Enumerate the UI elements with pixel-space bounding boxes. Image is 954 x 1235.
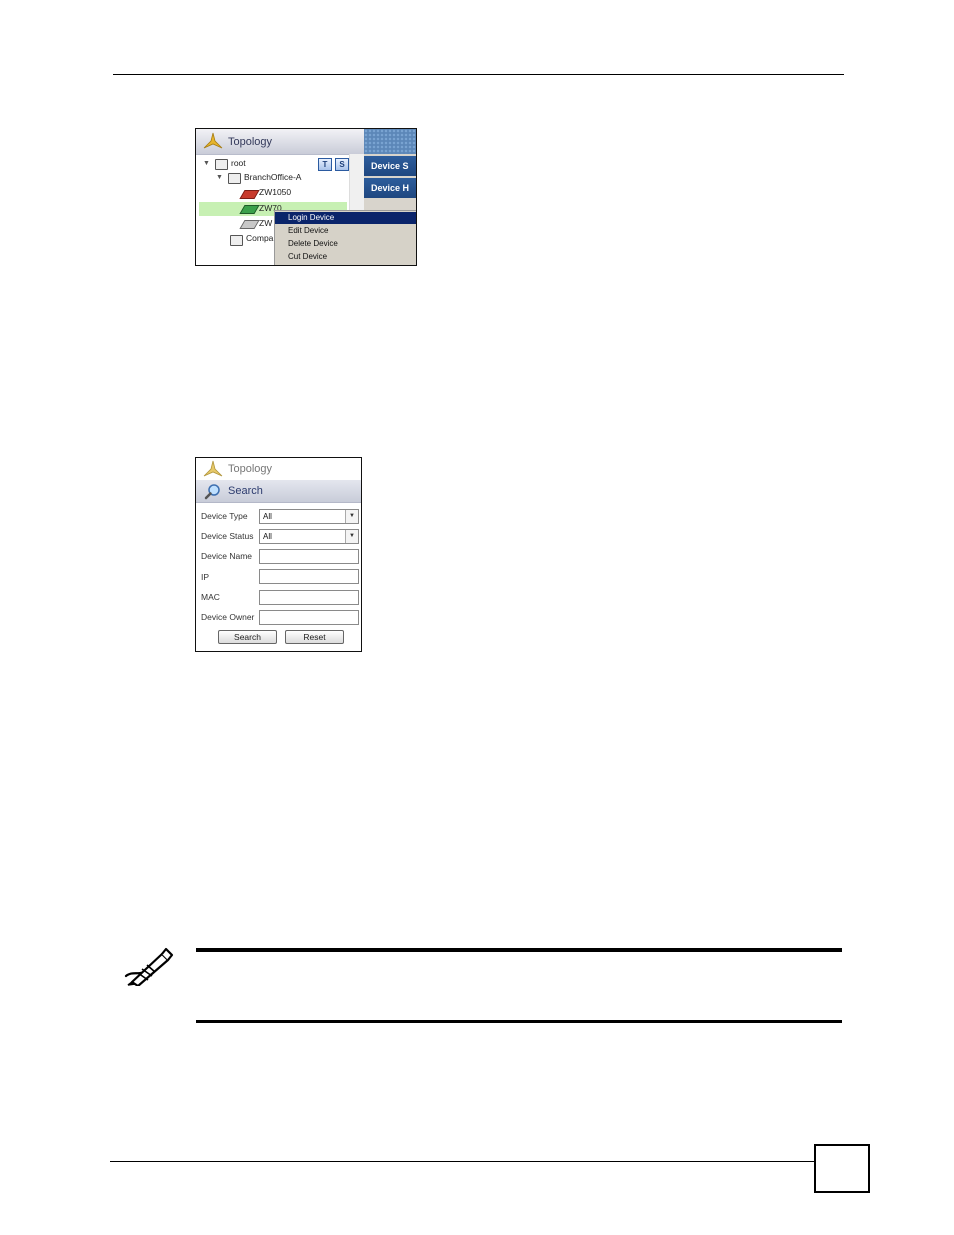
note-top-rule	[196, 948, 842, 952]
pencil-note-icon	[124, 947, 174, 986]
footer-rule	[110, 1161, 814, 1162]
device-name-label: Device Name	[201, 551, 253, 561]
topology-icon	[203, 132, 223, 149]
tab-device-status[interactable]: Device S	[364, 156, 416, 176]
menu-item-login-device[interactable]: Login Device	[275, 212, 416, 224]
mac-label: MAC	[201, 592, 220, 602]
topology-search-screenshot: Topology Search Device Type All ▼ Device…	[195, 457, 362, 652]
ip-input[interactable]	[259, 569, 359, 584]
device-owner-label: Device Owner	[201, 612, 255, 622]
topology-title: Topology	[228, 463, 273, 475]
menu-item-cut-device[interactable]: Cut Device	[275, 251, 416, 263]
expand-arrow-icon[interactable]: ▼	[216, 174, 223, 181]
tree-node-device[interactable]: ZW1050	[259, 187, 291, 197]
device-type-label: Device Type	[201, 511, 248, 521]
note-bottom-rule	[196, 1020, 842, 1023]
tab-device-history[interactable]: Device H	[364, 178, 416, 198]
ip-label: IP	[201, 572, 210, 582]
group-icon	[230, 235, 243, 246]
search-button[interactable]: Search	[218, 630, 277, 644]
device-icon	[239, 220, 260, 229]
device-status-select[interactable]: All ▼	[259, 529, 359, 544]
topology-icon	[203, 460, 223, 477]
topology-title: Topology	[228, 136, 273, 148]
menu-item-edit-device[interactable]: Edit Device	[275, 225, 416, 237]
chevron-down-icon[interactable]: ▼	[345, 530, 358, 543]
panel-banner	[364, 129, 416, 154]
device-owner-input[interactable]	[259, 610, 359, 625]
expand-arrow-icon[interactable]: ▼	[203, 160, 210, 167]
reset-button[interactable]: Reset	[285, 630, 344, 644]
tree-node-company[interactable]: Compa	[246, 233, 273, 243]
magnifier-icon	[204, 484, 220, 500]
tree-node-branch[interactable]: BranchOffice-A	[244, 172, 301, 182]
topology-tree-screenshot: Topology Device S Device H T S ▼ root ▼ …	[195, 128, 417, 266]
device-type-value: All	[263, 512, 272, 521]
mac-input[interactable]	[259, 590, 359, 605]
device-status-value: All	[263, 532, 272, 541]
device-name-input[interactable]	[259, 549, 359, 564]
topology-header[interactable]: Topology	[196, 458, 361, 481]
group-icon	[228, 173, 241, 184]
context-menu: Login Device Edit Device Delete Device C…	[274, 210, 416, 265]
topology-header: Topology	[196, 129, 364, 155]
device-type-select[interactable]: All ▼	[259, 509, 359, 524]
expand-all-button[interactable]: T	[318, 158, 332, 171]
tree-node-device[interactable]: ZW	[259, 218, 272, 228]
page-number-box	[814, 1144, 870, 1193]
tree-node-root[interactable]: root	[231, 158, 246, 168]
chevron-down-icon[interactable]: ▼	[345, 510, 358, 523]
menu-item-delete-device[interactable]: Delete Device	[275, 238, 416, 250]
search-title: Search	[228, 485, 263, 497]
header-rule	[113, 74, 844, 75]
device-offline-icon	[239, 190, 260, 199]
device-status-label: Device Status	[201, 531, 254, 541]
refresh-button[interactable]: S	[335, 158, 349, 171]
search-header[interactable]: Search	[196, 480, 361, 503]
group-icon	[215, 159, 228, 170]
